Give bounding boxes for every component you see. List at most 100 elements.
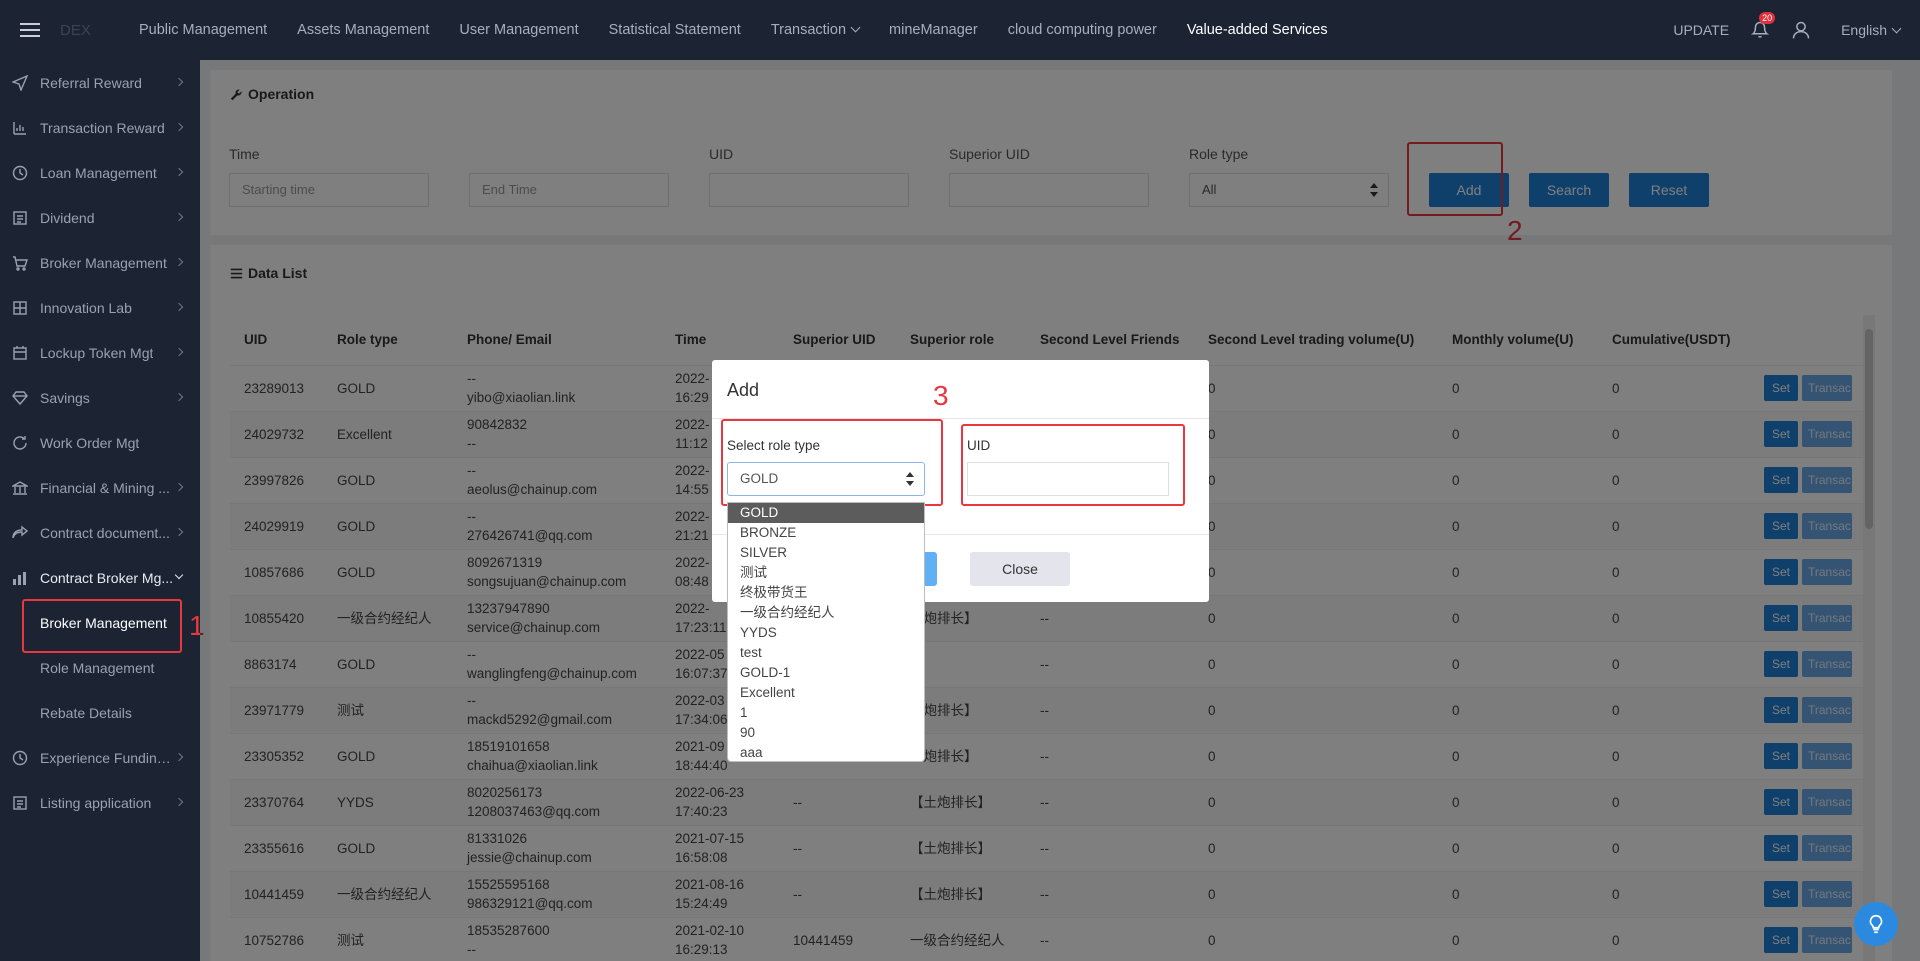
close-button[interactable]: Close bbox=[970, 552, 1070, 586]
grid-icon bbox=[12, 300, 28, 316]
dropdown-option[interactable]: SILVER bbox=[728, 543, 924, 563]
sidebar-item-experience-funding[interactable]: Experience Funding... bbox=[0, 735, 200, 780]
bar-chart-icon bbox=[12, 120, 28, 136]
dropdown-option[interactable]: 测试 bbox=[728, 563, 924, 583]
chevron-right-icon bbox=[174, 347, 184, 357]
annotation-number-3: 3 bbox=[933, 380, 949, 411]
clock-icon bbox=[12, 750, 28, 766]
nav-cloud-computing[interactable]: cloud computing power bbox=[993, 0, 1172, 60]
sidebar-item-contract-broker[interactable]: Contract Broker Mg... bbox=[0, 555, 200, 600]
diamond-icon bbox=[12, 390, 28, 406]
chevron-right-icon bbox=[174, 212, 184, 222]
chevron-right-icon bbox=[174, 122, 184, 132]
cart-icon bbox=[12, 255, 28, 271]
dropdown-option[interactable]: GOLD-1 bbox=[728, 663, 924, 683]
dropdown-option[interactable]: test bbox=[728, 643, 924, 663]
sidebar-item-label: Referral Reward bbox=[40, 74, 142, 91]
dropdown-option[interactable]: 1 bbox=[728, 703, 924, 723]
language-label: English bbox=[1841, 22, 1887, 38]
chevron-right-icon bbox=[174, 392, 184, 402]
dropdown-option[interactable]: YYDS bbox=[728, 623, 924, 643]
chevron-down-icon bbox=[174, 570, 184, 580]
help-button[interactable] bbox=[1854, 902, 1898, 946]
sidebar-item-innovation-lab[interactable]: Innovation Lab bbox=[0, 285, 200, 330]
update-link[interactable]: UPDATE bbox=[1673, 22, 1729, 38]
user-icon[interactable] bbox=[1791, 20, 1811, 40]
chevron-right-icon bbox=[174, 482, 184, 492]
sidebar-item-listing-application[interactable]: Listing application bbox=[0, 780, 200, 825]
nav-public-management[interactable]: Public Management bbox=[124, 0, 282, 60]
sidebar-item-label: Financial & Mining ... bbox=[40, 479, 170, 496]
sidebar-item-work-order[interactable]: Work Order Mgt bbox=[0, 420, 200, 465]
sidebar-item-label: Savings bbox=[40, 389, 90, 406]
share-icon bbox=[12, 525, 28, 541]
nav-assets-management[interactable]: Assets Management bbox=[282, 0, 444, 60]
clock-icon bbox=[12, 165, 28, 181]
notification-badge: 20 bbox=[1759, 12, 1776, 24]
chevron-right-icon bbox=[174, 167, 184, 177]
sidebar-item-lockup-token[interactable]: Lockup Token Mgt bbox=[0, 330, 200, 375]
sidebar-item-label: Contract document... bbox=[40, 524, 170, 541]
chevron-right-icon bbox=[174, 302, 184, 312]
nav-mine-manager[interactable]: mineManager bbox=[874, 0, 993, 60]
sidebar-item-financial-mining[interactable]: Financial & Mining ... bbox=[0, 465, 200, 510]
chevron-down-icon bbox=[1891, 23, 1902, 34]
dropdown-option[interactable]: aaa bbox=[728, 743, 924, 763]
top-nav: Public Management Assets Management User… bbox=[124, 0, 1343, 60]
refresh-icon bbox=[12, 435, 28, 451]
notification-bell[interactable]: 20 bbox=[1750, 12, 1776, 39]
lock-icon bbox=[12, 345, 28, 361]
dropdown-option[interactable]: Excellent bbox=[728, 683, 924, 703]
dropdown-option[interactable]: BRONZE bbox=[728, 523, 924, 543]
chevron-right-icon bbox=[174, 77, 184, 87]
sidebar-item-label: Work Order Mgt bbox=[40, 434, 140, 451]
dropdown-option[interactable]: 一级合约经纪人 bbox=[728, 603, 924, 623]
top-bar: DEX Public Management Assets Management … bbox=[0, 0, 1920, 60]
nav-transaction[interactable]: Transaction bbox=[756, 0, 874, 60]
sidebar-item-transaction-reward[interactable]: Transaction Reward bbox=[0, 105, 200, 150]
language-selector[interactable]: English bbox=[1841, 22, 1902, 38]
sidebar-item-referral-reward[interactable]: Referral Reward bbox=[0, 60, 200, 105]
chevron-right-icon bbox=[174, 752, 184, 762]
dropdown-option[interactable]: GOLD bbox=[728, 503, 924, 523]
nav-statistical-statement[interactable]: Statistical Statement bbox=[594, 0, 756, 60]
chevron-right-icon bbox=[174, 797, 184, 807]
sidebar-item-loan-management[interactable]: Loan Management bbox=[0, 150, 200, 195]
dropdown-option[interactable]: 终极带货王 bbox=[728, 583, 924, 603]
send-icon bbox=[12, 74, 28, 91]
sidebar-item-label: Experience Funding... bbox=[40, 749, 175, 766]
sidebar-item-label: Broker Management bbox=[40, 254, 167, 271]
sidebar-item-label: Listing application bbox=[40, 794, 152, 811]
dropdown-option[interactable]: 90 bbox=[728, 723, 924, 743]
list-icon bbox=[12, 210, 28, 226]
annotation-box-1 bbox=[22, 599, 182, 653]
menu-toggle-icon[interactable] bbox=[0, 0, 60, 60]
sidebar-item-savings[interactable]: Savings bbox=[0, 375, 200, 420]
top-right-tools: UPDATE 20 English bbox=[1673, 0, 1920, 60]
role-type-dropdown: GOLD BRONZE SILVER 测试 终极带货王 一级合约经纪人 YYDS test GO… bbox=[727, 502, 925, 762]
nav-transaction-label: Transaction bbox=[770, 22, 847, 38]
sidebar-item-label: Contract Broker Mg... bbox=[40, 569, 174, 586]
bank-icon bbox=[12, 480, 28, 496]
chevron-right-icon bbox=[174, 257, 184, 267]
nav-value-added-services[interactable]: Value-added Services bbox=[1172, 0, 1343, 60]
sidebar-item-contract-document[interactable]: Contract document... bbox=[0, 510, 200, 555]
chevron-right-icon bbox=[174, 527, 184, 537]
sidebar-item-label: Dividend bbox=[40, 209, 95, 226]
sidebar: Referral Reward Transaction Reward Loan … bbox=[0, 60, 200, 961]
sidebar-item-broker-management[interactable]: Broker Management bbox=[0, 240, 200, 285]
sidebar-item-label: Innovation Lab bbox=[40, 299, 132, 316]
sidebar-item-label: Lockup Token Mgt bbox=[40, 344, 154, 361]
brand-logo: DEX bbox=[60, 21, 91, 39]
list-icon bbox=[12, 795, 28, 811]
nav-user-management[interactable]: User Management bbox=[444, 0, 593, 60]
modal-title: Add bbox=[727, 380, 760, 400]
annotation-box-3a bbox=[721, 419, 943, 506]
lightbulb-icon bbox=[1869, 914, 1883, 934]
sidebar-item-label: Loan Management bbox=[40, 164, 157, 181]
sidebar-subitem-rebate-details[interactable]: Rebate Details bbox=[0, 690, 200, 735]
chevron-down-icon bbox=[850, 22, 861, 33]
bar-chart-icon bbox=[12, 570, 28, 586]
sidebar-item-dividend[interactable]: Dividend bbox=[0, 195, 200, 240]
annotation-box-3b bbox=[961, 424, 1185, 506]
